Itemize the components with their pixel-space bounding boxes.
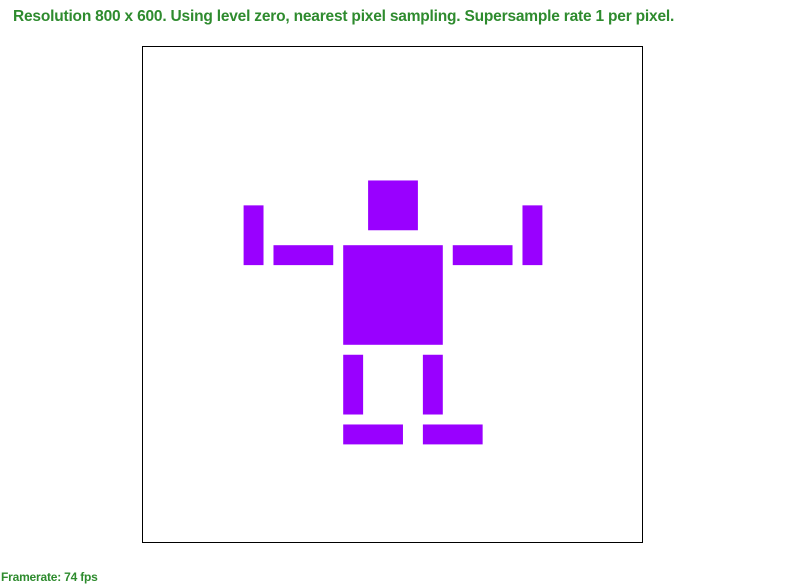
stick-figure <box>243 180 543 445</box>
left-forearm-block <box>243 205 264 266</box>
right-thigh-block <box>422 354 443 415</box>
left-thigh-block <box>343 354 364 415</box>
torso-block <box>343 245 443 345</box>
right-forearm-block <box>522 205 543 266</box>
render-viewport[interactable] <box>142 46 643 543</box>
render-status-text: Resolution 800 x 600. Using level zero, … <box>13 8 675 25</box>
framerate-text: Framerate: 74 fps <box>1 570 98 584</box>
figure-canvas <box>243 180 543 445</box>
head-block <box>368 180 418 231</box>
right-upper-arm-block <box>452 245 513 266</box>
right-foot-block <box>422 424 483 445</box>
left-foot-block <box>343 424 403 445</box>
left-upper-arm-block <box>273 245 334 266</box>
